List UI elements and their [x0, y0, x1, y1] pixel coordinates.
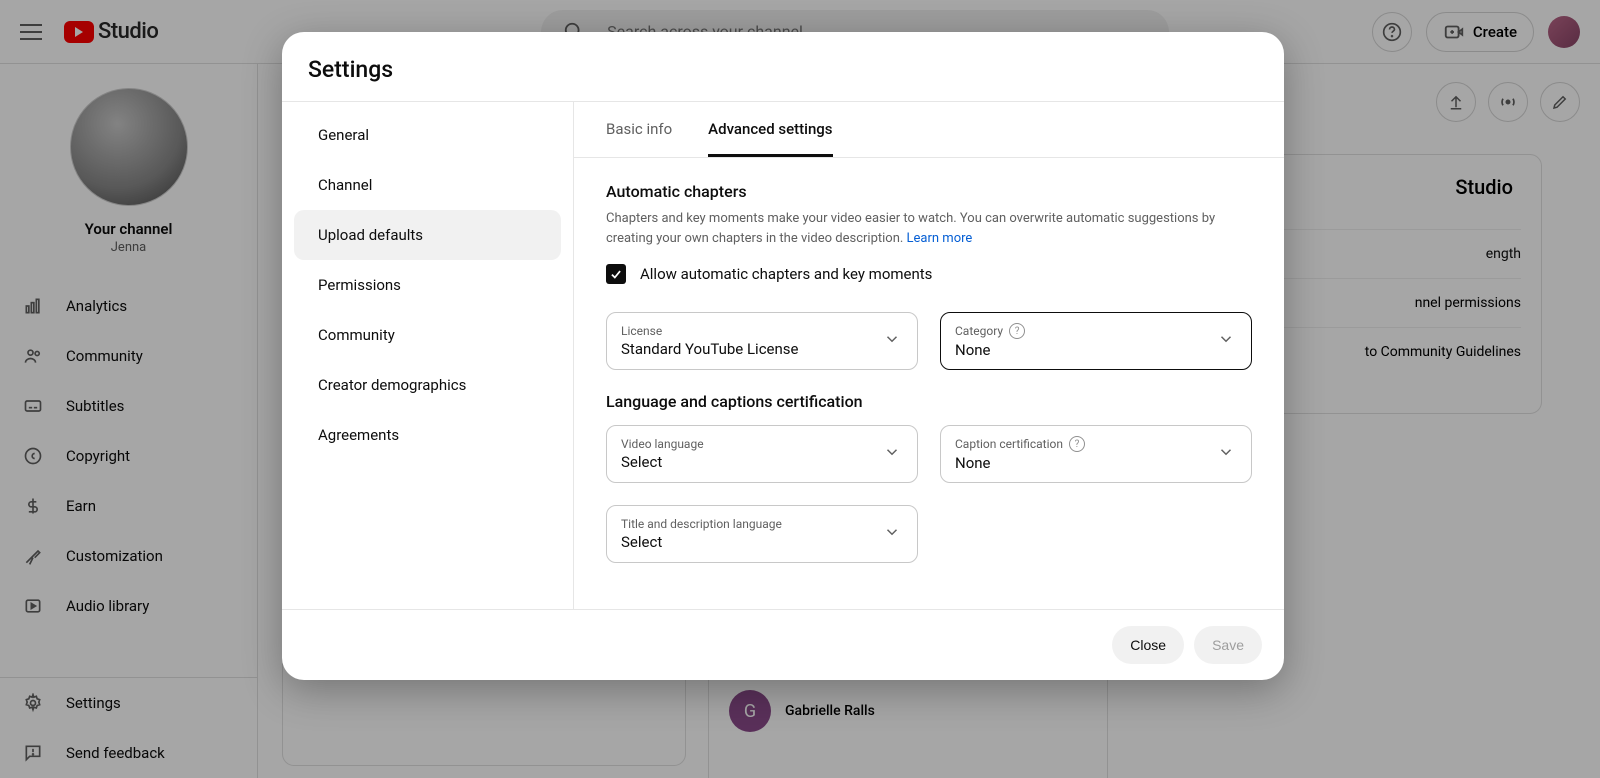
- title-description-language-value: Select: [621, 533, 903, 551]
- advanced-settings-panel: Automatic chapters Chapters and key mome…: [574, 158, 1284, 595]
- chevron-down-icon: [883, 523, 901, 545]
- help-icon[interactable]: ?: [1009, 323, 1025, 339]
- help-icon[interactable]: ?: [1069, 436, 1085, 452]
- automatic-chapters-heading: Automatic chapters: [606, 182, 1252, 201]
- caption-certification-value: None: [955, 454, 1237, 472]
- settings-modal: Settings General Channel Upload defaults…: [282, 32, 1284, 680]
- caption-certification-select[interactable]: Caption certification? None: [940, 425, 1252, 483]
- video-language-value: Select: [621, 453, 903, 471]
- caption-certification-label: Caption certification?: [955, 436, 1237, 452]
- title-lang-row: Title and description language Select: [606, 505, 1252, 563]
- video-language-label: Video language: [621, 437, 903, 451]
- allow-chapters-checkbox[interactable]: [606, 264, 626, 284]
- modal-body: General Channel Upload defaults Permissi…: [282, 101, 1284, 610]
- license-value: Standard YouTube License: [621, 340, 903, 358]
- video-language-select[interactable]: Video language Select: [606, 425, 918, 483]
- license-category-row: License Standard YouTube License Categor…: [606, 312, 1252, 370]
- tabs: Basic info Advanced settings: [574, 102, 1284, 158]
- category-value: None: [955, 341, 1237, 359]
- category-select[interactable]: Category? None: [940, 312, 1252, 370]
- language-section-heading: Language and captions certification: [606, 392, 1252, 411]
- modal-content: Basic info Advanced settings Automatic c…: [574, 102, 1284, 609]
- tab-basic-info[interactable]: Basic info: [606, 120, 672, 157]
- automatic-chapters-description: Chapters and key moments make your video…: [606, 209, 1252, 248]
- modal-sidebar: General Channel Upload defaults Permissi…: [282, 102, 574, 609]
- save-button[interactable]: Save: [1194, 626, 1262, 664]
- chevron-down-icon: [1217, 330, 1235, 352]
- allow-chapters-label: Allow automatic chapters and key moments: [640, 265, 932, 283]
- title-description-language-label: Title and description language: [621, 517, 903, 531]
- category-label: Category?: [955, 323, 1237, 339]
- modal-sidebar-channel[interactable]: Channel: [294, 160, 561, 210]
- modal-sidebar-community[interactable]: Community: [294, 310, 561, 360]
- license-select[interactable]: License Standard YouTube License: [606, 312, 918, 370]
- modal-title: Settings: [282, 32, 1284, 101]
- close-button[interactable]: Close: [1112, 626, 1184, 664]
- chevron-down-icon: [883, 443, 901, 465]
- modal-sidebar-general[interactable]: General: [294, 110, 561, 160]
- modal-sidebar-upload-defaults[interactable]: Upload defaults: [294, 210, 561, 260]
- modal-sidebar-creator-demographics[interactable]: Creator demographics: [294, 360, 561, 410]
- license-label: License: [621, 324, 903, 338]
- chevron-down-icon: [883, 330, 901, 352]
- allow-chapters-row[interactable]: Allow automatic chapters and key moments: [606, 264, 1252, 284]
- check-icon: [609, 267, 623, 281]
- learn-more-link[interactable]: Learn more: [907, 231, 973, 246]
- tab-advanced-settings[interactable]: Advanced settings: [708, 120, 832, 157]
- chevron-down-icon: [1217, 443, 1235, 465]
- language-row: Video language Select Caption certificat…: [606, 425, 1252, 483]
- modal-footer: Close Save: [282, 610, 1284, 680]
- modal-sidebar-agreements[interactable]: Agreements: [294, 410, 561, 460]
- modal-sidebar-permissions[interactable]: Permissions: [294, 260, 561, 310]
- title-description-language-select[interactable]: Title and description language Select: [606, 505, 918, 563]
